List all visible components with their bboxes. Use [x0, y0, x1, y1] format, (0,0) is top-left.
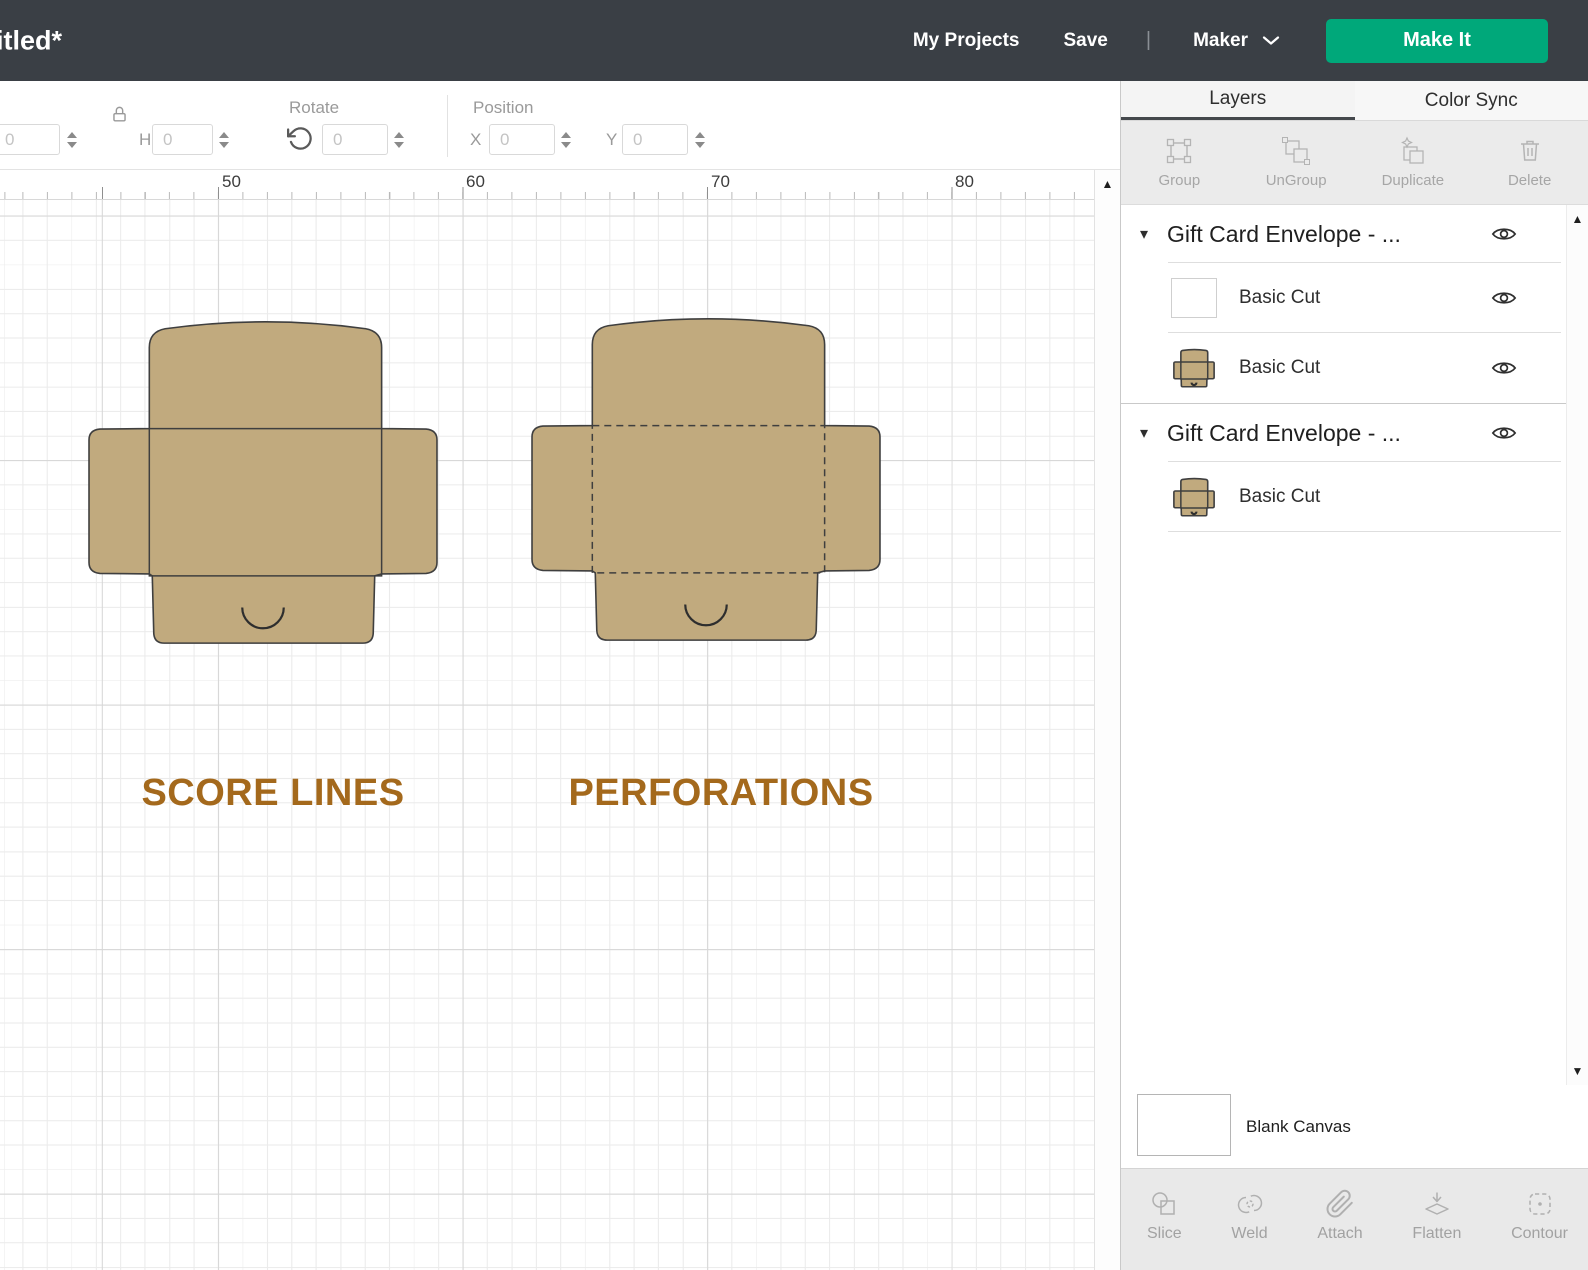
layer-row[interactable]: Basic Cut	[1121, 462, 1567, 532]
layer-thumbnail-envelope	[1171, 477, 1217, 517]
rotate-label: Rotate	[289, 98, 339, 118]
y-label: Y	[606, 130, 617, 150]
visibility-eye-icon[interactable]	[1491, 290, 1517, 307]
layer-thumbnail-blank	[1171, 278, 1217, 318]
duplicate-label: Duplicate	[1382, 172, 1445, 189]
weld-label: Weld	[1231, 1225, 1267, 1243]
layer-actions-toolbar: Group UnGroup Duplicate Delete	[1121, 121, 1588, 205]
duplicate-icon	[1398, 136, 1428, 166]
layer-group-1: ▾ Gift Card Envelope - ... Basic Cut Bas…	[1121, 205, 1567, 404]
group-icon	[1164, 136, 1194, 166]
group-button[interactable]: Group	[1121, 121, 1238, 204]
score-lines-caption[interactable]: SCORE LINES	[141, 772, 404, 815]
x-label: X	[470, 130, 481, 150]
visibility-eye-icon[interactable]	[1491, 226, 1517, 243]
perforations-caption[interactable]: PERFORATIONS	[568, 772, 873, 815]
ungroup-label: UnGroup	[1266, 172, 1327, 189]
attach-icon	[1325, 1189, 1355, 1219]
delete-button[interactable]: Delete	[1471, 121, 1588, 204]
position-x-stepper[interactable]	[558, 124, 574, 155]
envelope-score-lines-object[interactable]	[85, 308, 441, 654]
layers-list: ▾ Gift Card Envelope - ... Basic Cut Bas…	[1121, 205, 1567, 532]
rotate-stepper[interactable]	[391, 124, 407, 155]
rotate-icon[interactable]	[287, 125, 314, 152]
height-stepper[interactable]	[216, 124, 232, 155]
flatten-label: Flatten	[1412, 1225, 1461, 1243]
attach-label: Attach	[1317, 1225, 1362, 1243]
width-stepper[interactable]	[64, 124, 80, 155]
chevron-down-icon	[1262, 35, 1280, 46]
blank-canvas-thumbnail	[1137, 1094, 1231, 1156]
visibility-eye-icon[interactable]	[1491, 360, 1517, 377]
ruler-major-ticks	[0, 187, 1094, 199]
height-label: H	[139, 130, 151, 150]
envelope-perforations-object[interactable]	[528, 305, 884, 651]
topbar-divider: |	[1146, 29, 1151, 52]
contour-icon	[1525, 1189, 1555, 1219]
position-y-stepper[interactable]	[692, 124, 708, 155]
scroll-up-icon[interactable]: ▲	[1567, 213, 1588, 225]
group-label: Group	[1159, 172, 1201, 189]
rotate-input[interactable]: 0	[322, 124, 388, 155]
flatten-icon	[1422, 1189, 1452, 1219]
tab-color-sync[interactable]: Color Sync	[1355, 81, 1588, 120]
edit-toolbar: 0 H 0 Rotate 0 Position X 0 Y 0	[0, 81, 1120, 170]
position-label: Position	[473, 98, 533, 118]
my-projects-button[interactable]: My Projects	[913, 30, 1020, 52]
contour-label: Contour	[1511, 1225, 1568, 1243]
weld-icon	[1235, 1189, 1265, 1219]
panel-scrollbar[interactable]: ▲ ▼	[1566, 205, 1588, 1085]
blank-canvas-label: Blank Canvas	[1246, 1117, 1351, 1137]
canvas-scrollbar[interactable]: ▲	[1094, 170, 1120, 1270]
layer-name: Basic Cut	[1239, 486, 1320, 508]
visibility-eye-icon[interactable]	[1491, 425, 1517, 442]
width-input[interactable]: 0	[0, 124, 60, 155]
layer-row[interactable]: Basic Cut	[1121, 263, 1567, 333]
lock-aspect-ratio-button[interactable]	[110, 105, 129, 124]
document-title[interactable]: itled*	[0, 25, 62, 56]
contour-button[interactable]: Contour	[1511, 1189, 1568, 1243]
delete-label: Delete	[1508, 172, 1551, 189]
layer-group-header[interactable]: ▾ Gift Card Envelope - ...	[1121, 404, 1567, 462]
layer-row[interactable]: Basic Cut	[1121, 333, 1567, 403]
position-y-input[interactable]: 0	[622, 124, 688, 155]
collapse-arrow-icon[interactable]: ▾	[1129, 423, 1159, 443]
scroll-up-icon[interactable]: ▲	[1095, 178, 1120, 190]
slice-icon	[1149, 1189, 1179, 1219]
topbar: itled* My Projects Save | Maker Make It	[0, 0, 1588, 81]
position-x-input[interactable]: 0	[489, 124, 555, 155]
attach-button[interactable]: Attach	[1317, 1189, 1362, 1243]
height-input[interactable]: 0	[152, 124, 213, 155]
scroll-down-icon[interactable]: ▼	[1567, 1065, 1588, 1077]
tab-layers[interactable]: Layers	[1121, 81, 1355, 120]
design-canvas[interactable]: SCORE LINES PERFORATIONS	[0, 200, 1094, 1270]
slice-button[interactable]: Slice	[1147, 1189, 1182, 1243]
duplicate-button[interactable]: Duplicate	[1355, 121, 1472, 204]
delete-icon	[1515, 136, 1545, 166]
collapse-arrow-icon[interactable]: ▾	[1129, 224, 1159, 244]
panel-bottom-toolbar: Slice Weld Attach Flatten Contour	[1121, 1168, 1588, 1270]
ungroup-icon	[1281, 136, 1311, 166]
topbar-actions: My Projects Save | Maker Make It	[913, 0, 1548, 81]
layers-panel: Layers Color Sync Group UnGroup Duplicat…	[1120, 81, 1588, 1270]
flatten-button[interactable]: Flatten	[1412, 1189, 1461, 1243]
layer-group-header[interactable]: ▾ Gift Card Envelope - ...	[1121, 205, 1567, 263]
slice-label: Slice	[1147, 1225, 1182, 1243]
layer-name: Basic Cut	[1239, 357, 1320, 379]
panel-tabs: Layers Color Sync	[1121, 81, 1588, 121]
weld-button[interactable]: Weld	[1231, 1189, 1267, 1243]
blank-canvas-row[interactable]: Blank Canvas	[1121, 1085, 1588, 1168]
layer-group-2: ▾ Gift Card Envelope - ... Basic Cut	[1121, 404, 1567, 532]
machine-name: Maker	[1193, 30, 1248, 52]
make-it-button[interactable]: Make It	[1326, 19, 1548, 63]
ungroup-button[interactable]: UnGroup	[1238, 121, 1355, 204]
ruler: 50 60 70 80	[0, 170, 1094, 200]
layer-name: Basic Cut	[1239, 287, 1320, 309]
save-button[interactable]: Save	[1064, 30, 1108, 52]
toolbar-divider	[447, 95, 448, 157]
machine-selector[interactable]: Maker	[1193, 30, 1280, 52]
layer-thumbnail-envelope	[1171, 348, 1217, 388]
